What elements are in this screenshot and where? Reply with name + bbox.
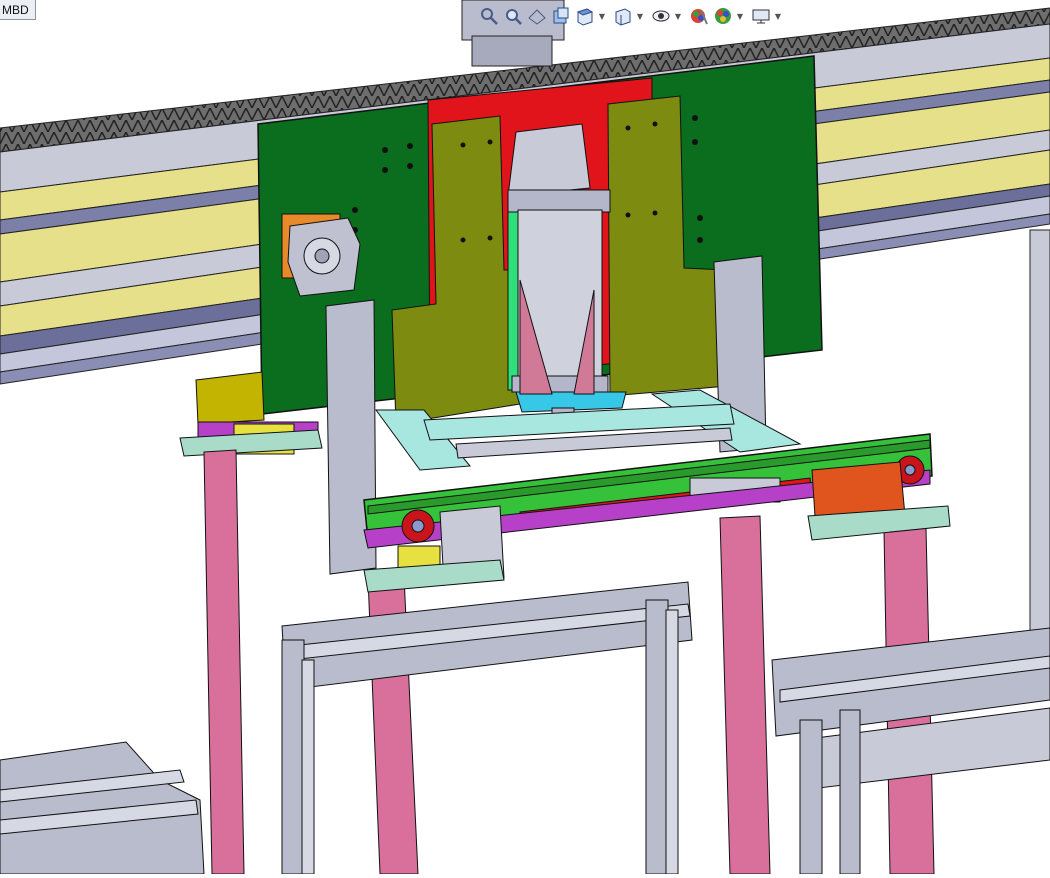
zoom-to-fit-button[interactable] <box>478 5 500 27</box>
display-style-button[interactable] <box>612 5 634 27</box>
previous-view-icon <box>528 9 546 25</box>
chevron-down-icon[interactable]: ▼ <box>674 5 682 27</box>
view-orientation-button[interactable] <box>574 5 596 27</box>
view-settings-icon <box>752 9 770 24</box>
section-view-button[interactable] <box>550 5 572 27</box>
heads-up-view-toolbar: ▼ ▼ ▼ ▼ ▼ <box>478 3 786 29</box>
chevron-down-icon[interactable]: ▼ <box>636 5 644 27</box>
chevron-down-icon[interactable]: ▼ <box>774 5 782 27</box>
apply-scene-button[interactable] <box>712 5 734 27</box>
graphics-viewport[interactable]: MBD ▼ ▼ ▼ ▼ ▼ <box>0 0 1050 875</box>
mbd-tab[interactable]: MBD <box>0 0 36 20</box>
hide-show-items-button[interactable] <box>650 5 672 27</box>
zoom-to-area-button[interactable] <box>502 5 524 27</box>
display-style-icon <box>615 8 631 26</box>
apply-scene-icon <box>715 8 731 24</box>
cad-model-scene[interactable] <box>0 0 1050 875</box>
edit-appearance-button[interactable] <box>688 5 710 27</box>
zoom-to-fit-icon <box>481 8 498 25</box>
section-view-icon <box>553 7 569 24</box>
view-orientation-icon <box>576 8 594 26</box>
previous-view-button[interactable] <box>526 5 548 27</box>
edit-appearance-icon <box>691 9 708 25</box>
hide-show-items-icon <box>652 10 670 22</box>
zoom-to-area-icon <box>506 9 522 25</box>
view-settings-button[interactable] <box>750 5 772 27</box>
chevron-down-icon[interactable]: ▼ <box>736 5 744 27</box>
chevron-down-icon[interactable]: ▼ <box>598 5 606 27</box>
